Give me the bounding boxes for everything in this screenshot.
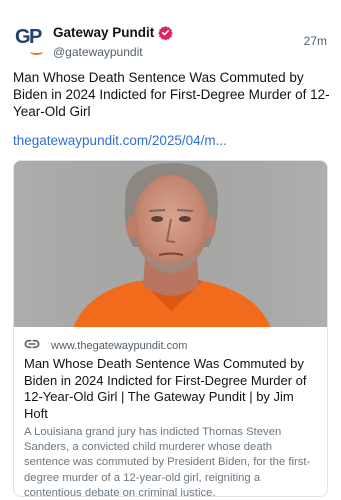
mugshot-image (14, 161, 327, 327)
card-body[interactable]: www.thegatewaypundit.com Man Whose Death… (14, 327, 327, 497)
link-preview-card[interactable]: www.thegatewaypundit.com Man Whose Death… (13, 160, 328, 497)
avatar-logo-p: P (29, 26, 42, 48)
avatar-swoosh (30, 49, 43, 55)
author-handle[interactable]: @gatewaypundit (53, 45, 173, 59)
verified-badge-icon (158, 26, 174, 41)
card-description: A Louisiana grand jury has indicted Thom… (24, 426, 311, 497)
author-info[interactable]: Gateway Pundit @gatewaypundit (53, 24, 174, 59)
link-icon (24, 339, 40, 349)
author-name[interactable]: Gateway Pundit (53, 25, 154, 40)
card-domain: www.thegatewaypundit.com (51, 340, 188, 352)
post-timestamp[interactable]: 27m (304, 34, 327, 48)
card-domain-row: www.thegatewaypundit.com (24, 336, 317, 354)
post-link[interactable]: thegatewaypundit.com/2025/04/m... (13, 133, 331, 148)
avatar-logo-g: G (15, 26, 31, 48)
post-header: G P Gateway Pundit @gatewaypundit 27m (13, 21, 327, 61)
card-image[interactable] (14, 161, 327, 327)
post[interactable]: G P Gateway Pundit @gatewaypundit 27m Ma… (0, 0, 341, 500)
post-text: Man Whose Death Sentence Was Commuted by… (13, 70, 330, 119)
card-title[interactable]: Man Whose Death Sentence Was Commuted by… (24, 356, 317, 422)
avatar[interactable]: G P (13, 21, 45, 61)
